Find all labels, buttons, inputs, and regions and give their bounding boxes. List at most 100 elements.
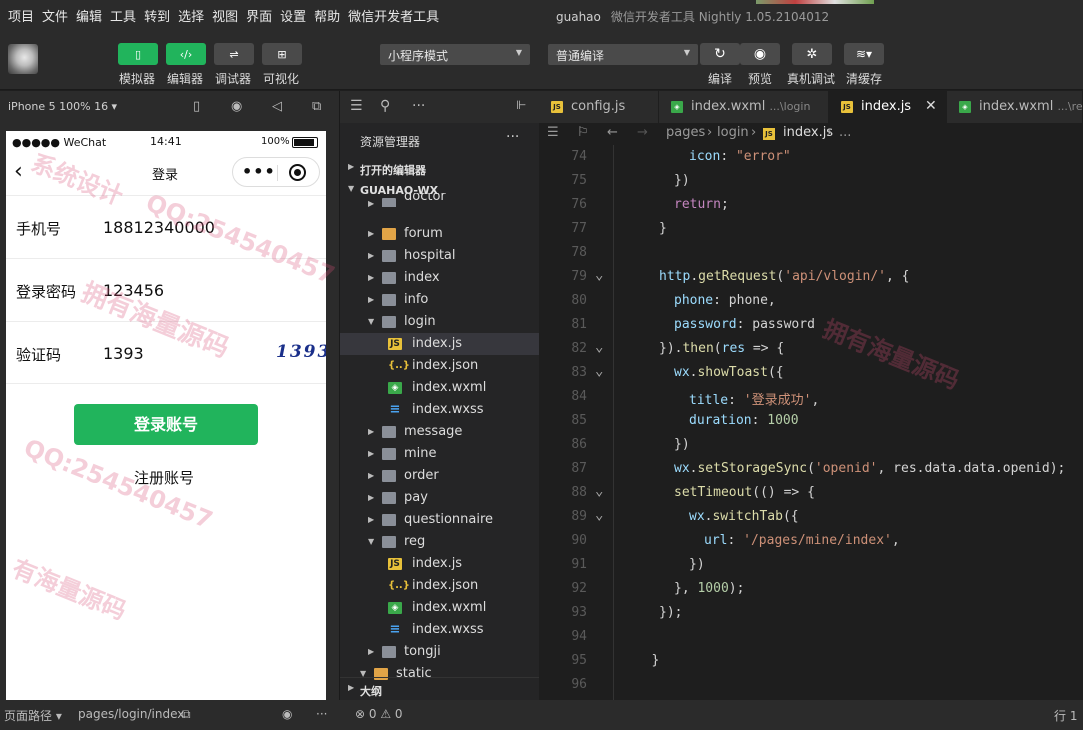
tree-file[interactable]: ≡ index.wxss <box>340 619 539 641</box>
back-arrow-icon[interactable]: ← <box>607 125 618 140</box>
eye-icon[interactable]: ◉ <box>282 707 292 721</box>
menu-file[interactable]: 文件 <box>42 6 68 25</box>
breadcrumb-pages[interactable]: pages <box>666 125 705 140</box>
explorer-toolbar: ☰ ⚲ ··· ⊩ <box>340 91 539 123</box>
editor-tab[interactable]: JS index.js ✕ <box>829 91 947 123</box>
avatar[interactable] <box>8 44 38 74</box>
menu-tools[interactable]: 工具 <box>110 6 136 25</box>
split-icon[interactable]: ⊩ <box>516 98 526 112</box>
tree-folder[interactable]: ▼ reg <box>340 531 539 553</box>
tree-file[interactable]: ◈ index.wxml <box>340 377 539 399</box>
fold-chevron-icon[interactable]: ⌄ <box>595 363 603 379</box>
cursor-position[interactable]: 行 1 <box>1054 707 1077 724</box>
tree-file[interactable]: ≡ index.wxss <box>340 399 539 421</box>
mode-select[interactable]: 小程序模式 ▼ <box>380 44 530 65</box>
compile-mode-select[interactable]: 普通编译 ▼ <box>548 44 698 65</box>
menu-help[interactable]: 帮助 <box>314 6 340 25</box>
menu-edit[interactable]: 编辑 <box>76 6 102 25</box>
menu-interface[interactable]: 界面 <box>246 6 272 25</box>
menu-select[interactable]: 选择 <box>178 6 204 25</box>
tree-folder[interactable]: ▶ order <box>340 465 539 487</box>
login-button[interactable]: 登录账号 <box>74 404 258 445</box>
tree-file[interactable]: JS index.js <box>340 553 539 575</box>
forward-arrow-icon[interactable]: → <box>637 125 648 140</box>
editor-toggle-button[interactable]: ‹/› <box>166 43 206 65</box>
fold-chevron-icon[interactable]: ⌄ <box>595 483 603 499</box>
volume-icon[interactable]: ◁ <box>272 99 282 114</box>
back-chevron-icon[interactable]: ‹ <box>14 159 23 184</box>
fold-chevron-icon[interactable]: ⌄ <box>595 339 603 355</box>
tree-file[interactable]: ◈ index.wxml <box>340 597 539 619</box>
problems-indicator[interactable]: ⊗ 0 ⚠ 0 <box>355 707 403 721</box>
more-dots-icon[interactable]: ••• <box>242 162 276 181</box>
breadcrumb-file[interactable]: index.js <box>783 125 833 140</box>
editor-tab[interactable]: JS config.js <box>539 91 659 123</box>
bookmark-icon[interactable]: ⚐ <box>577 125 589 140</box>
code-editor[interactable]: 74 icon: "error" 75}) 76 return; 77} 78 79 ⌄ http… <box>539 145 1083 700</box>
breadcrumb-more[interactable]: ... <box>839 125 851 140</box>
popout-icon[interactable]: ⧉ <box>312 99 321 114</box>
code-input[interactable]: 1393 <box>103 344 144 363</box>
close-miniprogram-icon[interactable] <box>289 164 306 181</box>
close-icon[interactable]: ✕ <box>925 98 937 114</box>
list-icon[interactable]: ☰ <box>547 125 559 140</box>
tree-folder[interactable]: ▼ login <box>340 311 539 333</box>
code-line: 91}) <box>539 553 1083 577</box>
more-icon[interactable]: ··· <box>316 707 327 721</box>
password-row[interactable]: 登录密码 123456 <box>6 258 326 321</box>
record-icon[interactable]: ◉ <box>231 99 242 114</box>
tree-file[interactable]: JS index.js <box>340 333 539 355</box>
mode-select-value: 小程序模式 <box>388 49 449 63</box>
menu-goto[interactable]: 转到 <box>144 6 170 25</box>
list-icon[interactable]: ☰ <box>350 98 363 114</box>
tree-file[interactable]: {..} index.json <box>340 355 539 377</box>
outline-section[interactable]: ▶ 大纲 <box>340 677 539 699</box>
tree-folder[interactable]: ▶ doctor <box>340 193 539 207</box>
visual-toggle-button[interactable]: ⊞ <box>262 43 302 65</box>
editor-tab[interactable]: ◈ index.wxml ...\reg <box>947 91 1083 123</box>
open-editors-section[interactable]: ▶ 打开的编辑器 <box>340 157 539 179</box>
tree-folder[interactable]: ▶ message <box>340 421 539 443</box>
tree-folder[interactable]: ▶ questionnaire <box>340 509 539 531</box>
preview-button[interactable]: ◉ <box>740 43 780 65</box>
menu-wechat-devtools[interactable]: 微信开发者工具 <box>348 6 439 25</box>
register-link[interactable]: 注册账号 <box>134 467 194 488</box>
menu-settings[interactable]: 设置 <box>280 6 306 25</box>
device-select[interactable]: iPhone 5 100% 16 ▾ <box>8 100 117 113</box>
tree-file[interactable]: {..} index.json <box>340 575 539 597</box>
tree-folder[interactable]: ▶ mine <box>340 443 539 465</box>
clear-cache-button[interactable]: ≋▾ <box>844 43 884 65</box>
tree-folder[interactable]: ▶ index <box>340 267 539 289</box>
remote-debug-button[interactable]: ✲ <box>792 43 832 65</box>
fold-chevron-icon[interactable]: ⌄ <box>595 267 603 283</box>
simulator-toggle-button[interactable]: ▯ <box>118 43 158 65</box>
phone-row[interactable]: 手机号 18812340000 <box>6 195 326 258</box>
tree-item-label: hospital <box>404 248 456 263</box>
search-icon[interactable]: ⚲ <box>380 98 390 114</box>
simulator-panel: ●●●●● WeChat 14:41 100% ‹ 登录 ••• 手机号 188… <box>0 123 340 700</box>
tree-folder[interactable]: ▶ info <box>340 289 539 311</box>
copy-icon[interactable]: ⧉ <box>182 707 191 722</box>
tree-folder[interactable]: ▶ pay <box>340 487 539 509</box>
explorer-more-icon[interactable]: ··· <box>506 129 519 145</box>
compile-label: 编译 <box>708 72 733 86</box>
tree-folder[interactable]: ▶ tongji <box>340 641 539 663</box>
phone-icon[interactable]: ▯ <box>193 99 200 114</box>
more-icon[interactable]: ··· <box>412 98 425 114</box>
editor-tab[interactable]: ◈ index.wxml ...\login <box>659 91 829 123</box>
menu-view[interactable]: 视图 <box>212 6 238 25</box>
fold-chevron-icon[interactable]: ⌄ <box>595 507 603 523</box>
tree-folder[interactable]: ▶ hospital <box>340 245 539 267</box>
password-input[interactable]: 123456 <box>103 281 164 300</box>
debugger-toggle-button[interactable]: ⇌ <box>214 43 254 65</box>
code-row[interactable]: 验证码 1393 1393 <box>6 321 326 384</box>
compile-button[interactable]: ↻ <box>700 43 740 65</box>
phone-input[interactable]: 18812340000 <box>103 218 215 237</box>
tree-folder[interactable]: ▶ forum <box>340 223 539 245</box>
menu-project[interactable]: 项目 <box>8 6 34 25</box>
page-path-select[interactable]: 页面路径 ▾ <box>4 707 62 724</box>
json-file-icon: {..} <box>388 580 410 591</box>
captcha-image[interactable]: 1393 <box>276 342 326 362</box>
breadcrumb-login[interactable]: login <box>717 125 749 140</box>
line-number: 90 <box>571 533 587 548</box>
